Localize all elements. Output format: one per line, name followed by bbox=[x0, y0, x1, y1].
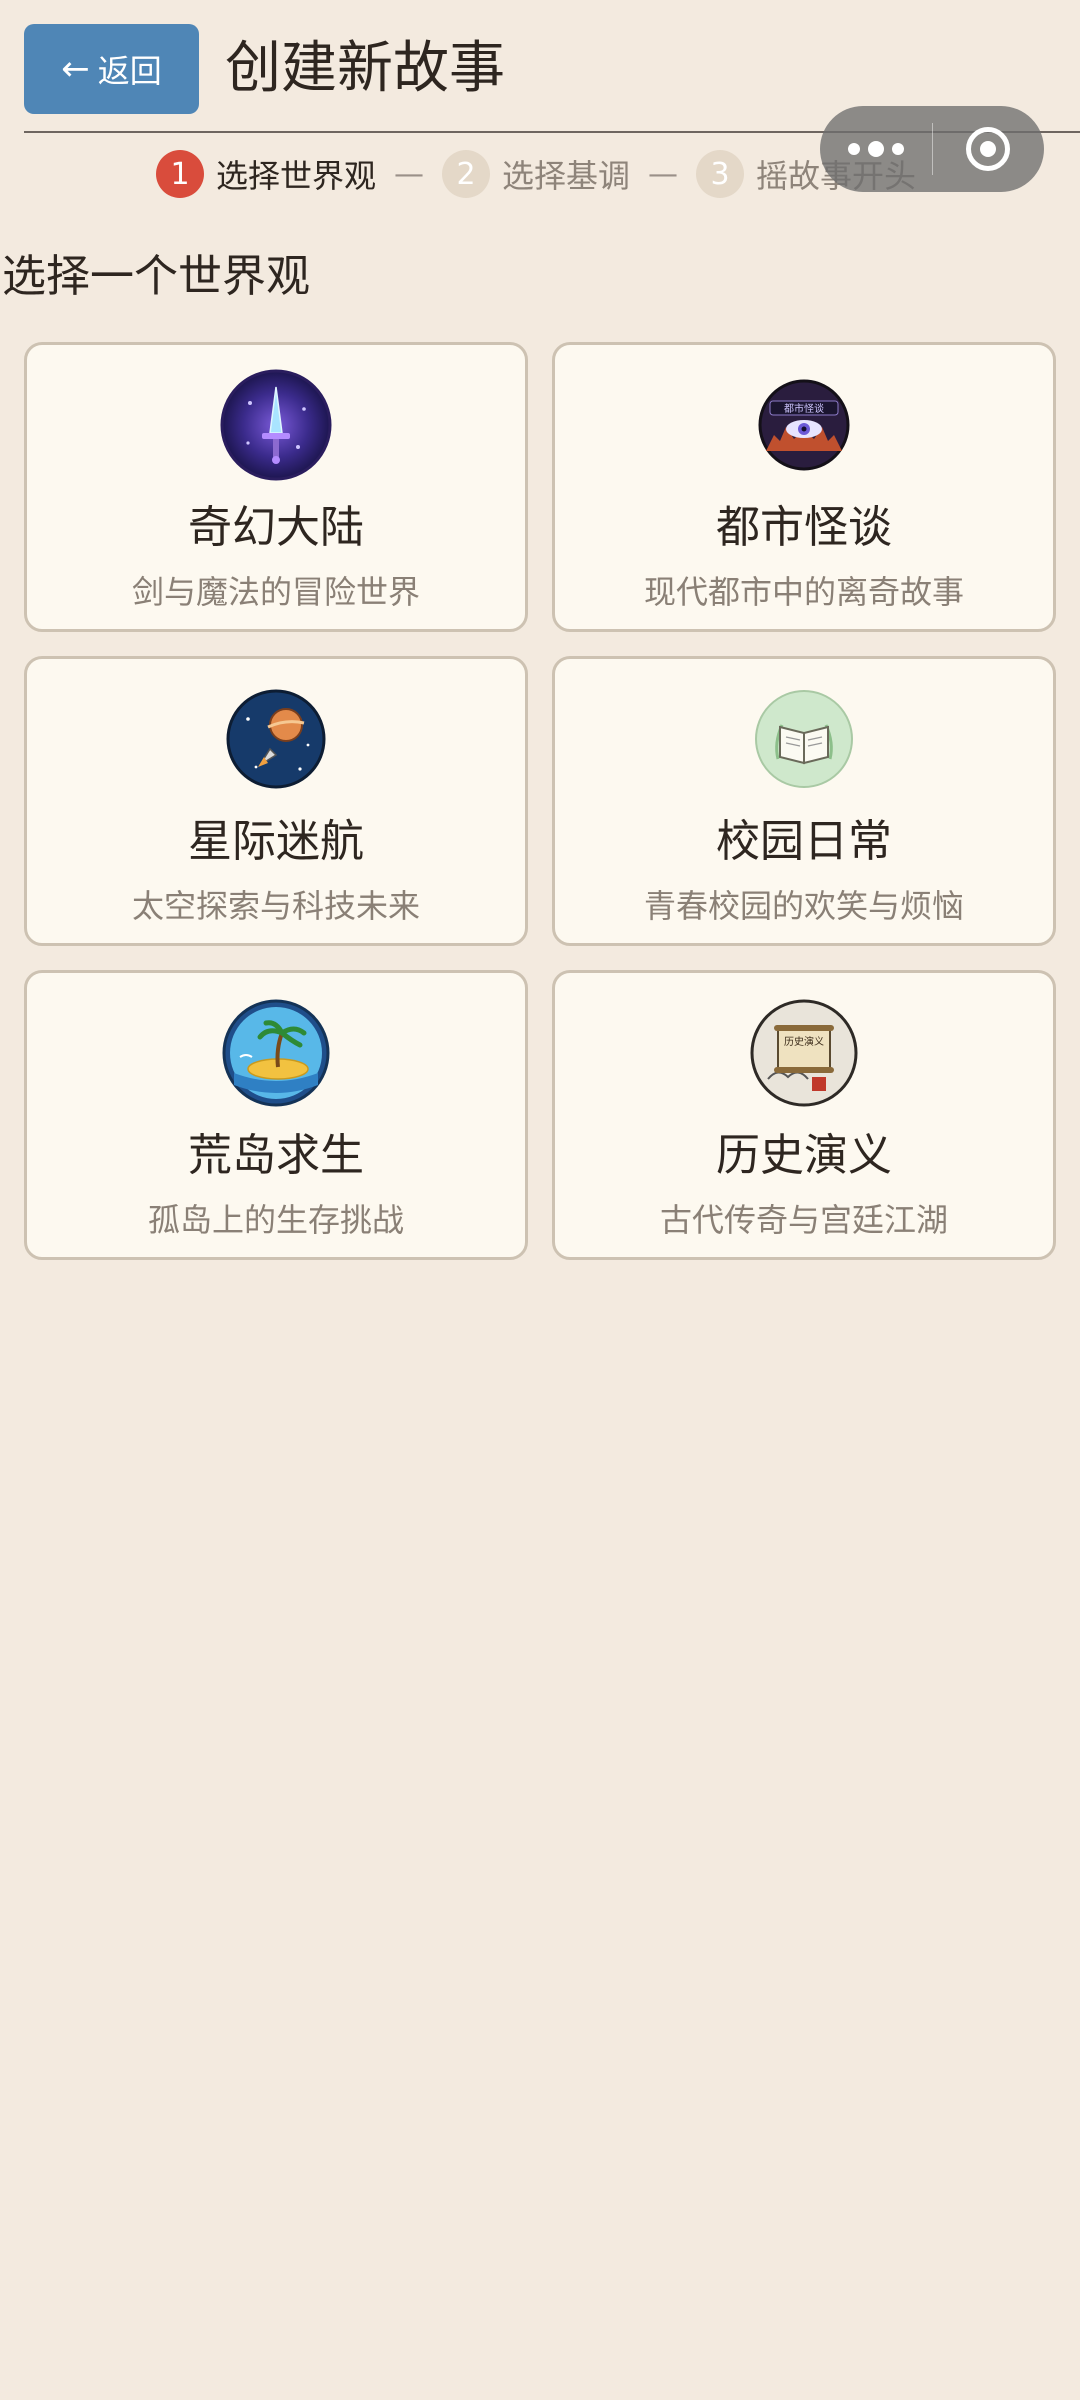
world-card-space[interactable]: 星际迷航 太空探索与科技未来 bbox=[24, 656, 528, 946]
back-label: 返回 bbox=[97, 52, 162, 90]
world-name: 奇幻大陆 bbox=[188, 502, 364, 553]
step-3-number: 3 bbox=[696, 150, 745, 198]
page-title: 创建新故事 bbox=[225, 36, 505, 101]
world-description: 孤岛上的生存挑战 bbox=[147, 1201, 404, 1239]
world-card-island[interactable]: 荒岛求生 孤岛上的生存挑战 bbox=[24, 970, 528, 1260]
rocket-planet-icon bbox=[220, 683, 332, 795]
world-description: 古代传奇与宫廷江湖 bbox=[659, 1201, 948, 1239]
world-name: 历史演义 bbox=[716, 1130, 892, 1181]
step-1: 1 选择世界观 bbox=[156, 150, 376, 198]
back-arrow-icon: ← bbox=[61, 49, 90, 89]
ancient-scroll-icon: 历史演义 bbox=[748, 997, 860, 1109]
world-name: 星际迷航 bbox=[188, 816, 364, 867]
step-indicator: 1 选择世界观 — 2 选择基调 — 3 摇故事开头 bbox=[156, 148, 916, 200]
section-title: 选择一个世界观 bbox=[2, 251, 310, 302]
world-description: 太空探索与科技未来 bbox=[131, 887, 420, 925]
close-miniprogram-button[interactable] bbox=[933, 106, 1045, 192]
magic-sword-icon bbox=[220, 369, 332, 481]
step-1-number: 1 bbox=[156, 150, 204, 198]
more-options-button[interactable] bbox=[820, 106, 932, 192]
step-2-number: 2 bbox=[442, 150, 491, 198]
world-description: 剑与魔法的冒险世界 bbox=[131, 573, 420, 611]
world-card-campus[interactable]: 校园日常 青春校园的欢笑与烦恼 bbox=[552, 656, 1056, 946]
step-separator: — bbox=[648, 156, 679, 192]
world-description: 现代都市中的离奇故事 bbox=[643, 573, 964, 611]
step-2-label: 选择基调 bbox=[502, 157, 631, 195]
step-2: 2 选择基调 bbox=[442, 150, 630, 198]
world-name: 荒岛求生 bbox=[188, 1130, 364, 1181]
scroll-badge-text: 历史演义 bbox=[784, 1035, 824, 1048]
palm-island-icon bbox=[220, 997, 332, 1109]
back-button[interactable]: ← 返回 bbox=[24, 24, 199, 114]
world-name: 校园日常 bbox=[716, 816, 892, 867]
city-eye-icon: 都市怪谈 bbox=[748, 369, 860, 481]
target-circle-icon bbox=[966, 127, 1011, 171]
world-grid: 奇幻大陆 剑与魔法的冒险世界 都市怪谈 都市怪谈 现代都市中的离奇故事 星际迷航… bbox=[24, 342, 1056, 1260]
world-description: 青春校园的欢笑与烦恼 bbox=[643, 887, 964, 925]
miniprogram-capsule bbox=[820, 106, 1044, 192]
step-separator: — bbox=[394, 156, 425, 192]
city-badge-text: 都市怪谈 bbox=[784, 402, 824, 415]
step-1-label: 选择世界观 bbox=[216, 157, 377, 195]
more-dots-icon bbox=[847, 141, 904, 157]
world-card-history[interactable]: 历史演义 历史演义 古代传奇与宫廷江湖 bbox=[552, 970, 1056, 1260]
world-card-urban[interactable]: 都市怪谈 都市怪谈 现代都市中的离奇故事 bbox=[552, 342, 1056, 632]
world-name: 都市怪谈 bbox=[716, 502, 892, 553]
world-card-fantasy[interactable]: 奇幻大陆 剑与魔法的冒险世界 bbox=[24, 342, 528, 632]
open-book-icon bbox=[748, 683, 860, 795]
